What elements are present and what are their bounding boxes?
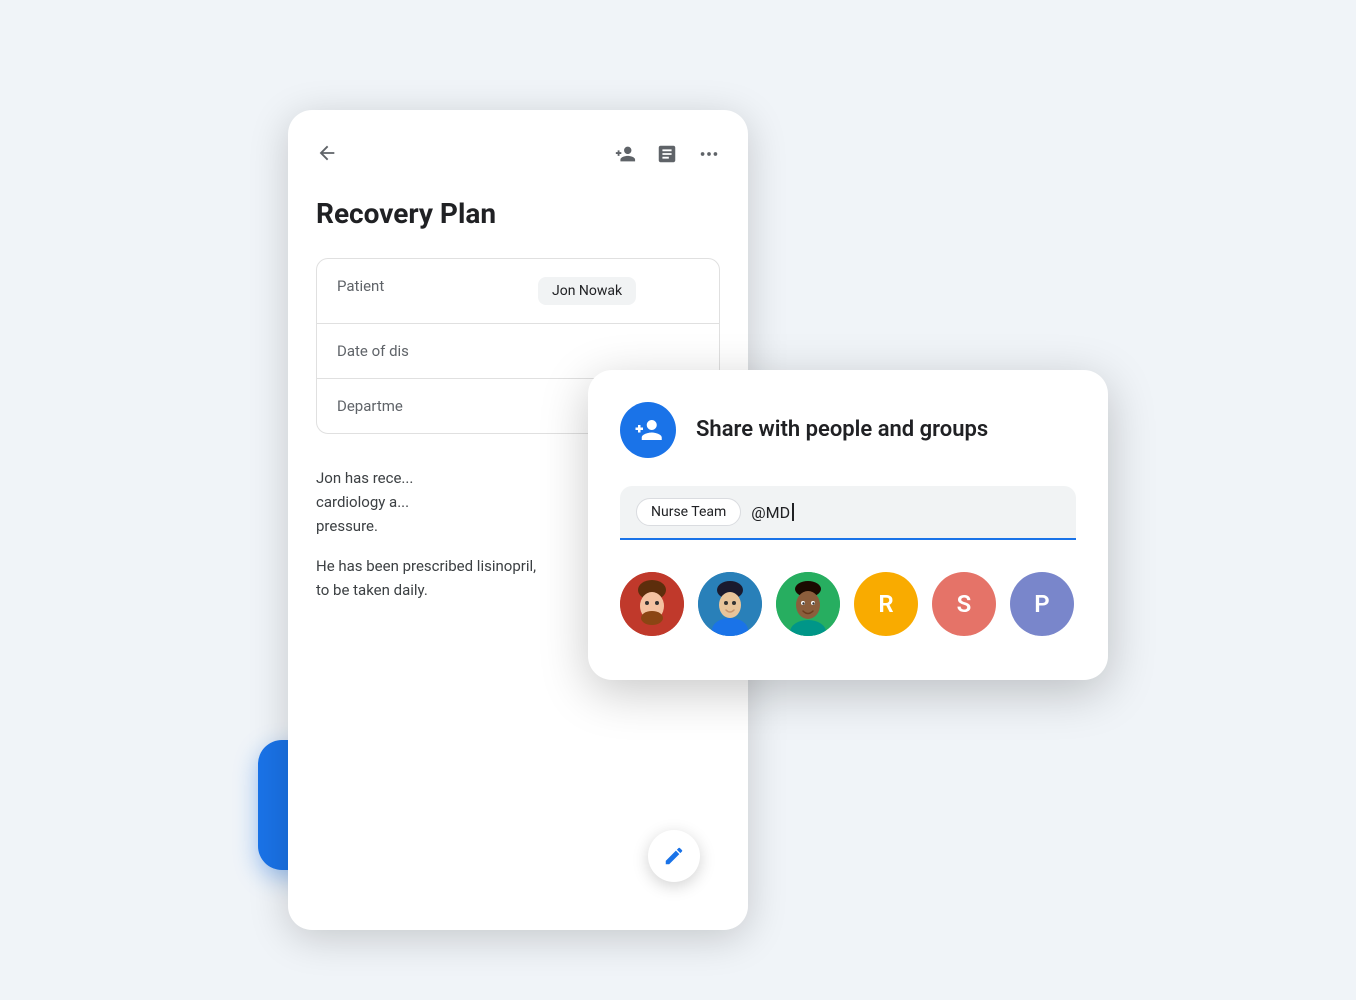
share-title: Share with people and groups (696, 417, 988, 443)
avatar-2[interactable] (698, 572, 762, 636)
edit-icon (663, 845, 685, 867)
edit-fab-button[interactable] (648, 830, 700, 882)
avatar-p[interactable]: P (1010, 572, 1074, 636)
share-header: Share with people and groups (620, 402, 1076, 458)
dept-label: Departme (317, 379, 518, 433)
share-icon-circle (620, 402, 676, 458)
text-cursor (792, 503, 794, 521)
back-button[interactable] (316, 142, 338, 169)
add-person-icon[interactable] (614, 143, 636, 169)
top-bar (316, 142, 720, 169)
avatar-photo-2 (698, 572, 762, 636)
avatar-photo-3 (776, 572, 840, 636)
more-icon[interactable] (698, 143, 720, 169)
date-label: Date of dis (317, 324, 518, 378)
share-dialog: Share with people and groups Nurse Team … (588, 370, 1108, 680)
patient-value: Jon Nowak (518, 259, 719, 323)
notes-icon[interactable] (656, 143, 678, 169)
avatar-s[interactable]: S (932, 572, 996, 636)
page-title: Recovery Plan (316, 197, 720, 230)
avatar-photo-1 (620, 572, 684, 636)
nurse-team-chip[interactable]: Nurse Team (636, 498, 741, 526)
avatar-s-letter: S (957, 590, 972, 618)
scene: Recovery Plan Patient Jon Nowak Date of … (228, 70, 1128, 930)
header-actions (614, 143, 720, 169)
share-input-area[interactable]: Nurse Team @MD (620, 486, 1076, 540)
patient-chip: Jon Nowak (538, 277, 636, 305)
share-input-field[interactable]: @MD (751, 503, 794, 522)
patient-label: Patient (317, 259, 518, 323)
avatar-3[interactable] (776, 572, 840, 636)
avatar-1[interactable] (620, 572, 684, 636)
table-row-patient: Patient Jon Nowak (317, 259, 719, 324)
avatar-p-letter: P (1034, 590, 1049, 618)
avatars-row: R S P (620, 568, 1076, 640)
avatar-r-letter: R (878, 590, 893, 618)
avatar-r[interactable]: R (854, 572, 918, 636)
add-person-icon (633, 415, 663, 445)
input-value: @MD (751, 503, 790, 522)
